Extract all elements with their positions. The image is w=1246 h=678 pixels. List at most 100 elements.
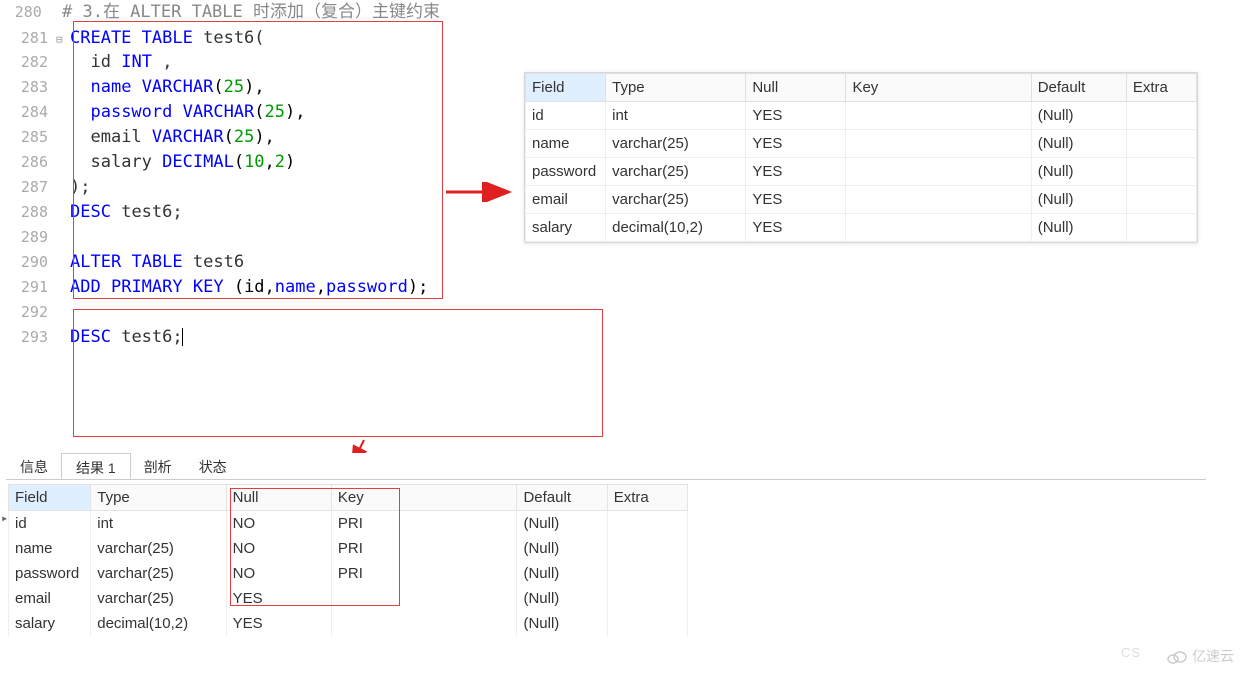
code-line[interactable]: 286 salary DECIMAL(10,2) bbox=[0, 150, 440, 175]
code-line[interactable]: 283 name VARCHAR(25), bbox=[0, 75, 440, 100]
code-content[interactable]: email VARCHAR(25), bbox=[70, 125, 275, 150]
table-header[interactable]: Null bbox=[226, 485, 331, 511]
line-number: 286 bbox=[0, 150, 56, 175]
line-number: 289 bbox=[0, 225, 56, 250]
table-cell bbox=[846, 158, 1031, 186]
table-header[interactable]: Default bbox=[517, 485, 607, 511]
code-line[interactable]: 291 ADD PRIMARY KEY (id,name,password); bbox=[0, 275, 440, 300]
table-row[interactable]: namevarchar(25)YES(Null) bbox=[526, 130, 1197, 158]
code-content[interactable]: id INT , bbox=[70, 50, 172, 75]
result-table-after[interactable]: FieldTypeNullKeyDefaultExtraidintNOPRI(N… bbox=[8, 484, 688, 636]
line-number: 293 bbox=[0, 325, 56, 350]
table-header[interactable]: Extra bbox=[607, 485, 687, 511]
tab-3[interactable]: 状态 bbox=[185, 453, 241, 479]
fold-gutter bbox=[50, 15, 62, 17]
table-row[interactable]: salarydecimal(10,2)YES(Null) bbox=[526, 214, 1197, 242]
tab-2[interactable]: 剖析 bbox=[130, 453, 186, 479]
table-cell: PRI bbox=[331, 511, 517, 537]
table-cell: YES bbox=[226, 611, 331, 636]
code-content[interactable]: ); bbox=[70, 175, 90, 200]
code-content[interactable]: salary DECIMAL(10,2) bbox=[70, 150, 295, 175]
table-cell: id bbox=[526, 102, 606, 130]
table-cell: name bbox=[526, 130, 606, 158]
fold-gutter[interactable]: ⊟ bbox=[56, 25, 70, 52]
table-cell: varchar(25) bbox=[606, 158, 746, 186]
table-cell: (Null) bbox=[517, 586, 607, 611]
table-header[interactable]: Field bbox=[9, 485, 91, 511]
table-cell bbox=[607, 611, 687, 636]
table-cell: id bbox=[9, 511, 91, 537]
table-row[interactable]: passwordvarchar(25)NOPRI(Null) bbox=[9, 561, 688, 586]
code-content[interactable]: name VARCHAR(25), bbox=[70, 75, 265, 100]
table-header[interactable]: Field bbox=[526, 74, 606, 102]
fold-gutter bbox=[56, 165, 70, 167]
tab-1[interactable]: 结果 1 bbox=[61, 453, 131, 479]
table-cell: varchar(25) bbox=[91, 586, 226, 611]
code-content[interactable]: ADD PRIMARY KEY (id,name,password); bbox=[70, 275, 428, 300]
table-row[interactable]: salarydecimal(10,2)YES(Null) bbox=[9, 611, 688, 636]
table-cell: YES bbox=[746, 102, 846, 130]
table-cell: decimal(10,2) bbox=[606, 214, 746, 242]
table-header[interactable]: Type bbox=[606, 74, 746, 102]
table-row[interactable]: passwordvarchar(25)YES(Null) bbox=[526, 158, 1197, 186]
code-line[interactable]: 280# 3.在 ALTER TABLE 时添加（复合）主键约束 bbox=[0, 0, 440, 25]
fold-gutter bbox=[56, 340, 70, 342]
code-editor[interactable]: 280# 3.在 ALTER TABLE 时添加（复合）主键约束281⊟CREA… bbox=[0, 0, 440, 350]
table-cell: NO bbox=[226, 511, 331, 537]
code-line[interactable]: 292 bbox=[0, 300, 440, 325]
code-line[interactable]: 290ALTER TABLE test6 bbox=[0, 250, 440, 275]
table-cell: int bbox=[91, 511, 226, 537]
code-line[interactable]: 289 bbox=[0, 225, 440, 250]
fold-gutter bbox=[56, 265, 70, 267]
code-line[interactable]: 281⊟CREATE TABLE test6( bbox=[0, 25, 440, 50]
table-cell bbox=[331, 611, 517, 636]
code-line[interactable]: 293 DESC test6; bbox=[0, 325, 440, 350]
table-header[interactable]: Extra bbox=[1126, 74, 1196, 102]
table-cell bbox=[607, 536, 687, 561]
code-content[interactable]: DESC test6; bbox=[70, 200, 183, 225]
table-cell bbox=[607, 586, 687, 611]
table-cell: NO bbox=[226, 561, 331, 586]
table-cell: (Null) bbox=[517, 561, 607, 586]
code-line[interactable]: 282 id INT , bbox=[0, 50, 440, 75]
table-header[interactable]: Null bbox=[746, 74, 846, 102]
tab-0[interactable]: 信息 bbox=[6, 453, 62, 479]
code-line[interactable]: 287); bbox=[0, 175, 440, 200]
table-header[interactable]: Key bbox=[331, 485, 517, 511]
table-cell: NO bbox=[226, 536, 331, 561]
table-row[interactable]: idintYES(Null) bbox=[526, 102, 1197, 130]
line-number: 291 bbox=[0, 275, 56, 300]
table-cell: YES bbox=[746, 158, 846, 186]
result-tabs: 信息结果 1剖析状态 bbox=[6, 453, 1206, 480]
table-cell: PRI bbox=[331, 561, 517, 586]
table-cell: YES bbox=[226, 586, 331, 611]
table-cell: (Null) bbox=[517, 511, 607, 537]
code-content[interactable]: ALTER TABLE test6 bbox=[70, 250, 244, 275]
line-number: 284 bbox=[0, 100, 56, 125]
code-content[interactable]: password VARCHAR(25), bbox=[70, 100, 306, 125]
table-row[interactable]: namevarchar(25)NOPRI(Null) bbox=[9, 536, 688, 561]
table-cell: varchar(25) bbox=[606, 130, 746, 158]
table-row[interactable]: idintNOPRI(Null) bbox=[9, 511, 688, 537]
table-row[interactable]: emailvarchar(25)YES(Null) bbox=[9, 586, 688, 611]
table-header[interactable]: Key bbox=[846, 74, 1031, 102]
table-row[interactable]: emailvarchar(25)YES(Null) bbox=[526, 186, 1197, 214]
arrow-icon bbox=[444, 182, 519, 202]
watermark: 亿速云 bbox=[1166, 646, 1234, 666]
code-content[interactable]: # 3.在 ALTER TABLE 时添加（复合）主键约束 bbox=[62, 0, 440, 25]
table-cell bbox=[607, 561, 687, 586]
watermark-text: 亿速云 bbox=[1192, 648, 1234, 664]
code-line[interactable]: 285 email VARCHAR(25), bbox=[0, 125, 440, 150]
code-line[interactable]: 288DESC test6; bbox=[0, 200, 440, 225]
line-number: 285 bbox=[0, 125, 56, 150]
table-cell: (Null) bbox=[517, 611, 607, 636]
table-cell: salary bbox=[526, 214, 606, 242]
table-cell: (Null) bbox=[1031, 214, 1126, 242]
table-header[interactable]: Type bbox=[91, 485, 226, 511]
code-content[interactable]: DESC test6; bbox=[70, 325, 183, 350]
code-content[interactable]: CREATE TABLE test6( bbox=[70, 26, 265, 51]
table-header[interactable]: Default bbox=[1031, 74, 1126, 102]
table-cell: (Null) bbox=[1031, 102, 1126, 130]
code-line[interactable]: 284 password VARCHAR(25), bbox=[0, 100, 440, 125]
table-cell: (Null) bbox=[517, 536, 607, 561]
